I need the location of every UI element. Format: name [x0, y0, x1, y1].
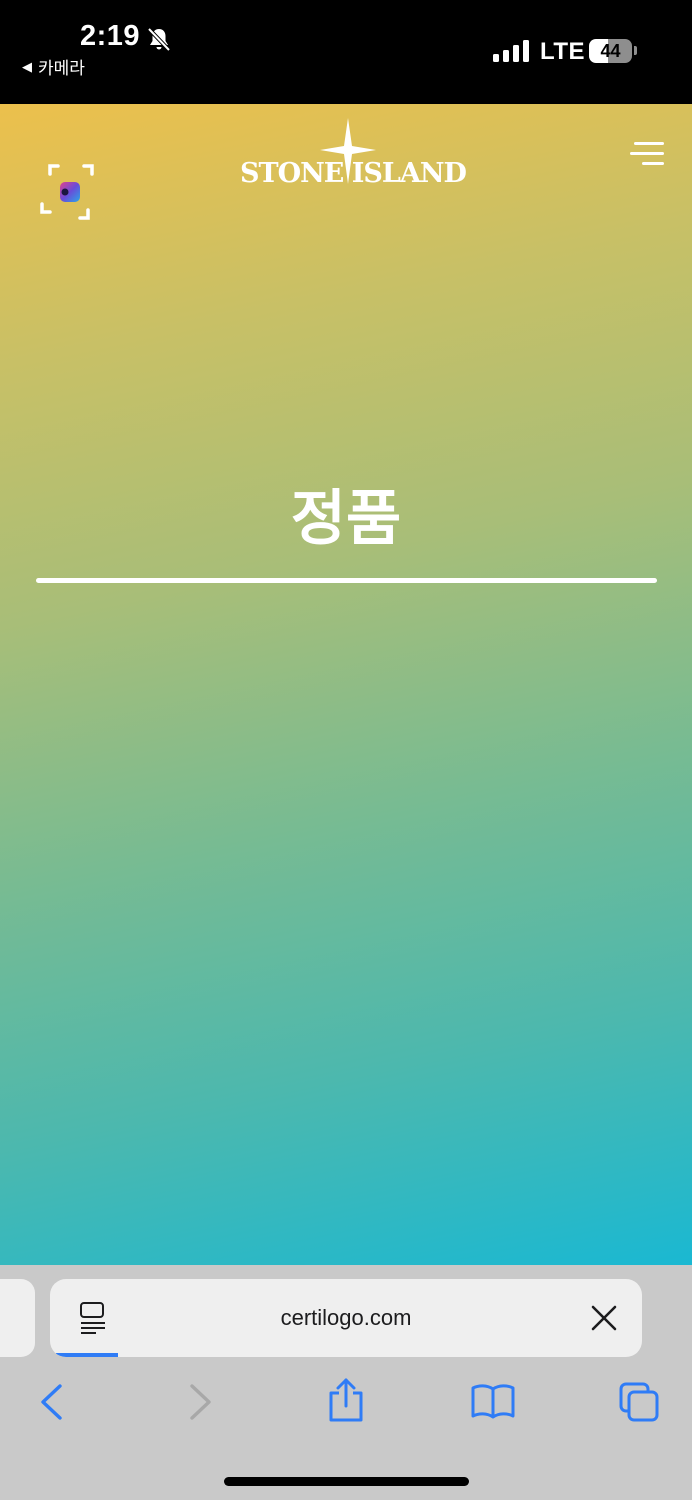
- battery-level: 44: [600, 40, 621, 61]
- brand-logo[interactable]: STONE ISLAND: [240, 118, 467, 198]
- menu-icon[interactable]: [630, 142, 664, 166]
- load-progress-bar: [56, 1353, 118, 1357]
- signal-icon: [493, 40, 529, 62]
- url-text[interactable]: certilogo.com: [50, 1279, 642, 1357]
- back-triangle-icon: ◀: [22, 58, 32, 74]
- battery-tip: [634, 46, 637, 55]
- book-icon[interactable]: [470, 1383, 516, 1419]
- back-to-app[interactable]: ◀ 카메라: [22, 54, 85, 79]
- page-title: 정품: [290, 484, 402, 554]
- status-bar: 2:19 ◀ 카메라 LTE 44: [0, 0, 692, 104]
- web-page: STONE ISLAND 정품: [0, 104, 692, 1265]
- share-icon[interactable]: [326, 1377, 366, 1423]
- status-time: 2:19: [80, 20, 141, 52]
- battery-icon: 44: [589, 39, 632, 63]
- scan-camera-icon[interactable]: [40, 162, 102, 224]
- brand-name: STONE ISLAND: [240, 158, 467, 189]
- close-icon[interactable]: [590, 1304, 618, 1332]
- previous-tab-card[interactable]: [0, 1279, 35, 1357]
- tabs-icon[interactable]: [618, 1381, 660, 1423]
- title-divider: [36, 578, 657, 583]
- chevron-right-icon[interactable]: [188, 1383, 214, 1421]
- chevron-left-icon[interactable]: [38, 1383, 64, 1421]
- browser-toolbar: certilogo.com: [0, 1265, 692, 1500]
- address-bar[interactable]: certilogo.com: [50, 1279, 642, 1357]
- back-app-label: 카메라: [38, 59, 85, 78]
- bell-slash-icon: [147, 27, 171, 52]
- network-type: LTE: [540, 38, 586, 65]
- home-indicator[interactable]: [224, 1477, 469, 1486]
